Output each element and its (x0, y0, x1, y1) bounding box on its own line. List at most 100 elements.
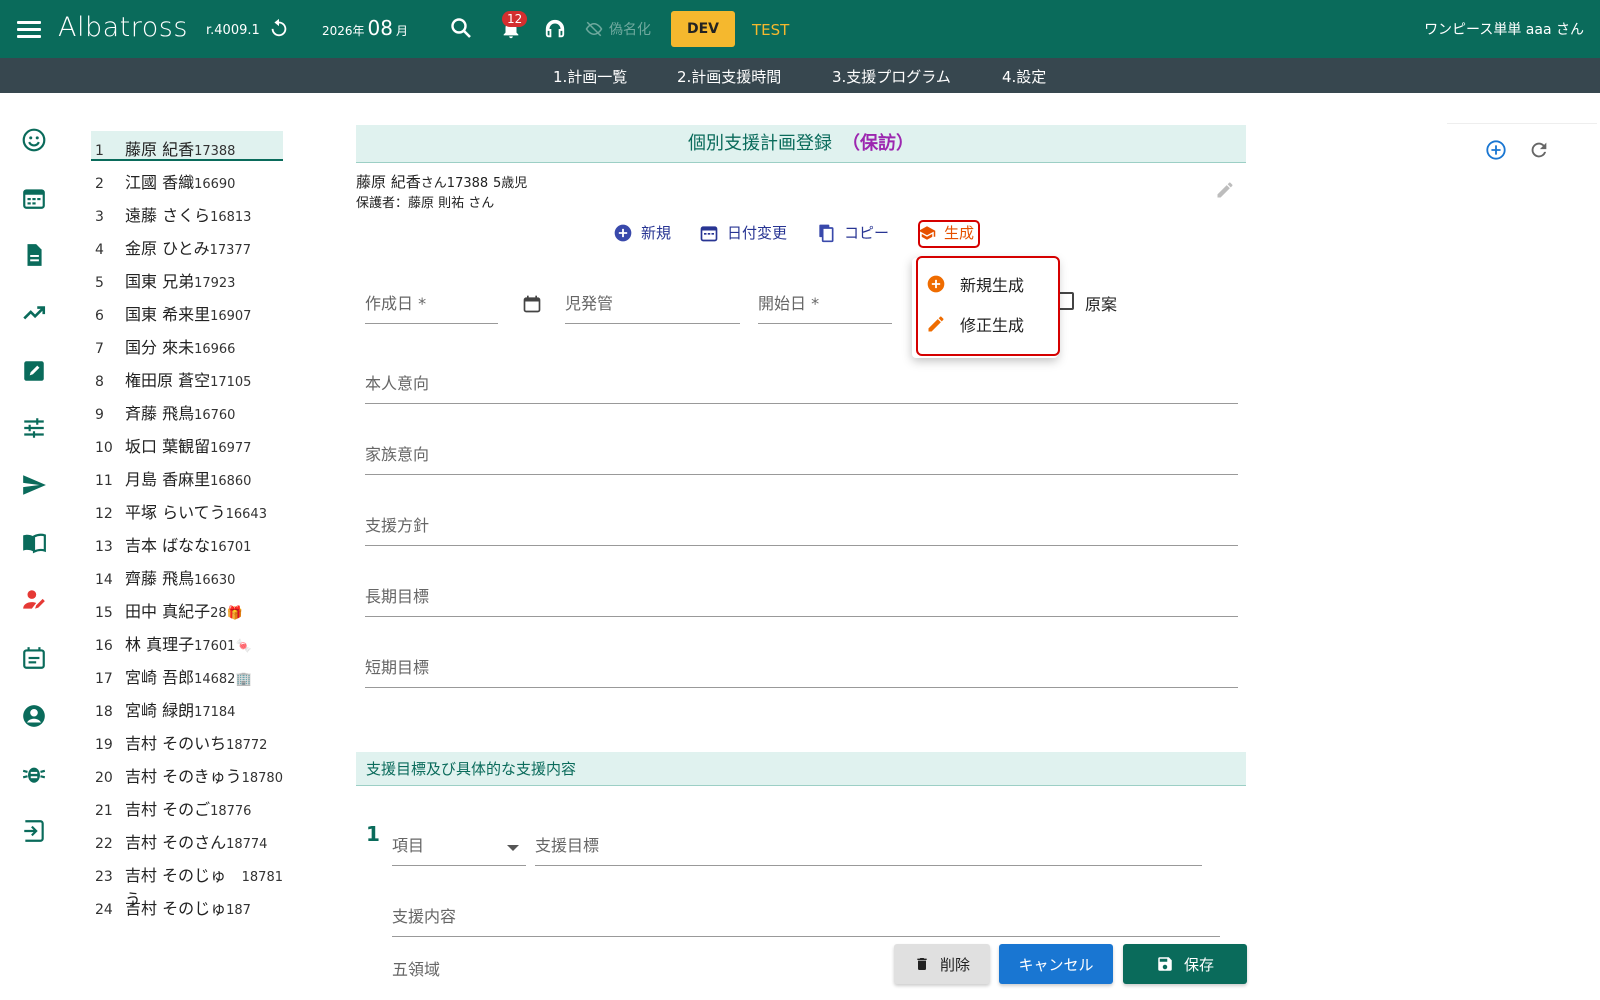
child-id: 18776 (210, 804, 252, 819)
delete-button[interactable]: 削除 (894, 944, 990, 984)
child-number: 20 (95, 770, 113, 786)
env-test-button[interactable]: TEST (752, 21, 789, 39)
account-circle-icon[interactable] (21, 703, 47, 729)
cancel-button[interactable]: キャンセル (999, 944, 1113, 984)
child-id: 28 (210, 606, 227, 621)
hamburger-menu-icon[interactable] (17, 17, 41, 39)
user-name[interactable]: ワンピース単単 aaa さん (1424, 19, 1584, 39)
child-name: 宮崎 吾郎 (125, 668, 195, 687)
child-list-item[interactable]: 23 吉村 そのじゅう 18781 (91, 857, 283, 909)
item-select[interactable]: 項目 (392, 822, 526, 866)
notifications-button[interactable]: 12 (500, 11, 528, 44)
child-list-item[interactable]: 21 吉村 そのご 18776 (91, 791, 283, 824)
child-number: 5 (95, 275, 104, 291)
child-list-item[interactable]: 7 国分 來未 16966 (91, 329, 283, 362)
pseudonymize-toggle[interactable]: 偽名化 (585, 19, 651, 39)
calendar-icon[interactable] (21, 185, 47, 211)
tab-plan-list[interactable]: 1.計画一覧 (553, 66, 627, 87)
child-list-item[interactable]: 9 斉藤 飛鳥 16760 (91, 395, 283, 428)
copy-label: コピー (844, 224, 890, 242)
child-list-item[interactable]: 5 国東 兄弟 17923 (91, 263, 283, 296)
env-dev-button[interactable]: DEV (671, 11, 735, 47)
dropdown-arrow-icon[interactable] (507, 845, 519, 851)
pencil-icon[interactable] (1215, 180, 1235, 200)
child-name: 遠藤 さくら (125, 206, 211, 225)
child-list-item[interactable]: 24 吉村 そのじゅ 187 (91, 890, 283, 923)
month-selector[interactable]: 2026年 08 月 (322, 16, 408, 40)
new-plan-button[interactable]: 新規 (613, 222, 671, 243)
bug-icon[interactable] (21, 760, 47, 786)
child-list-item[interactable]: 1 藤原 紀香 17388 (91, 131, 283, 161)
support-goal-field[interactable]: 支援目標 (535, 822, 1202, 866)
edit-square-icon[interactable] (21, 358, 47, 384)
trending-up-icon[interactable] (21, 300, 47, 326)
tab-plan-support-time[interactable]: 2.計画支援時間 (677, 66, 781, 87)
child-list-item[interactable]: 11 月島 香麻里 16860 (91, 461, 283, 494)
child-id: 16760 (194, 408, 236, 423)
self-intent-field[interactable]: 本人意向 (365, 360, 1238, 404)
tab-settings[interactable]: 4.設定 (1002, 66, 1046, 87)
child-name: 田中 真紀子 (125, 602, 211, 621)
menu-highlight-box (916, 256, 1060, 356)
child-list-item[interactable]: 15 田中 真紀子 28 🎁 (91, 593, 283, 626)
document-icon[interactable] (21, 242, 47, 268)
long-term-goal-field[interactable]: 長期目標 (365, 573, 1238, 617)
child-list-item[interactable]: 4 金原 ひとみ 17377 (91, 230, 283, 263)
save-icon (1158, 957, 1172, 971)
brand-logo: Albatross (58, 12, 188, 43)
tab-support-program[interactable]: 3.支援プログラム (832, 66, 951, 87)
child-list-item[interactable]: 17 宮崎 吾郎 14682 🏢 (91, 659, 283, 692)
child-list-item[interactable]: 20 吉村 そのきゅう 18780 (91, 758, 283, 791)
book-icon[interactable] (21, 530, 47, 556)
child-id: 17388 (194, 144, 236, 159)
family-intent-field[interactable]: 家族意向 (365, 431, 1238, 475)
child-list-item[interactable]: 8 権田原 蒼空 17105 (91, 362, 283, 395)
child-list-item[interactable]: 14 齊藤 飛鳥 16630 (91, 560, 283, 593)
short-term-goal-field[interactable]: 短期目標 (365, 644, 1238, 688)
child-list-item[interactable]: 16 林 真理子 17601 🍬 (91, 626, 283, 659)
child-list-item[interactable]: 3 遠藤 さくら 16813 (91, 197, 283, 230)
center-manager-field[interactable]: 児発管 (565, 282, 740, 324)
start-date-field[interactable]: 開始日 * (758, 282, 892, 324)
smile-icon[interactable] (21, 127, 47, 153)
month-suffix: 月 (396, 24, 409, 38)
reload-icon[interactable] (268, 17, 290, 39)
refresh-icon[interactable] (1528, 139, 1550, 161)
child-list-item[interactable]: 6 国東 希来里 16907 (91, 296, 283, 329)
draft-checkbox[interactable] (1058, 292, 1074, 310)
calendar-picker-icon[interactable] (522, 294, 542, 314)
child-name: 吉村 そのじゅ (125, 899, 227, 918)
start-date-label: 開始日 * (758, 294, 820, 313)
child-list-item[interactable]: 12 平塚 らいてう 16643 (91, 494, 283, 527)
created-date-field[interactable]: 作成日 * (365, 282, 498, 324)
child-id: 187 (226, 903, 251, 918)
child-list-item[interactable]: 13 吉本 ばなな 16701 (91, 527, 283, 560)
child-list-item[interactable]: 22 吉村 そのさん 18774 (91, 824, 283, 857)
child-name: 藤原 紀香 (125, 140, 195, 159)
support-headset-icon[interactable] (544, 18, 566, 40)
child-list-item[interactable]: 18 宮崎 緑朗 17184 (91, 692, 283, 725)
save-button[interactable]: 保存 (1123, 944, 1247, 984)
child-number: 12 (95, 506, 113, 522)
calendar-icon (700, 225, 718, 241)
change-date-button[interactable]: 日付変更 (699, 222, 787, 243)
child-number: 1 (95, 143, 104, 159)
tune-icon[interactable] (21, 415, 47, 441)
search-icon[interactable] (449, 16, 473, 40)
child-name: 権田原 蒼空 (125, 371, 211, 390)
child-number: 2 (95, 176, 104, 192)
logout-icon[interactable] (21, 818, 47, 844)
copy-button[interactable]: コピー (816, 222, 889, 243)
support-content-field[interactable]: 支援内容 (392, 893, 1220, 937)
child-list-item[interactable]: 19 吉村 そのいち 18772 (91, 725, 283, 758)
child-name: 吉村 そのさん (125, 833, 227, 852)
child-list-item[interactable]: 10 坂口 葉観留 16977 (91, 428, 283, 461)
event-note-icon[interactable] (21, 645, 47, 671)
child-id: 17105 (210, 375, 252, 390)
child-list-item[interactable]: 2 江國 香織 16690 (91, 164, 283, 197)
add-circle-outline-icon[interactable] (1485, 139, 1507, 161)
person-edit-icon[interactable] (21, 587, 47, 613)
send-icon[interactable] (21, 472, 47, 498)
support-policy-field[interactable]: 支援方針 (365, 502, 1238, 546)
guardian-info: 保護者：藤原 則祐 さん (356, 196, 495, 211)
